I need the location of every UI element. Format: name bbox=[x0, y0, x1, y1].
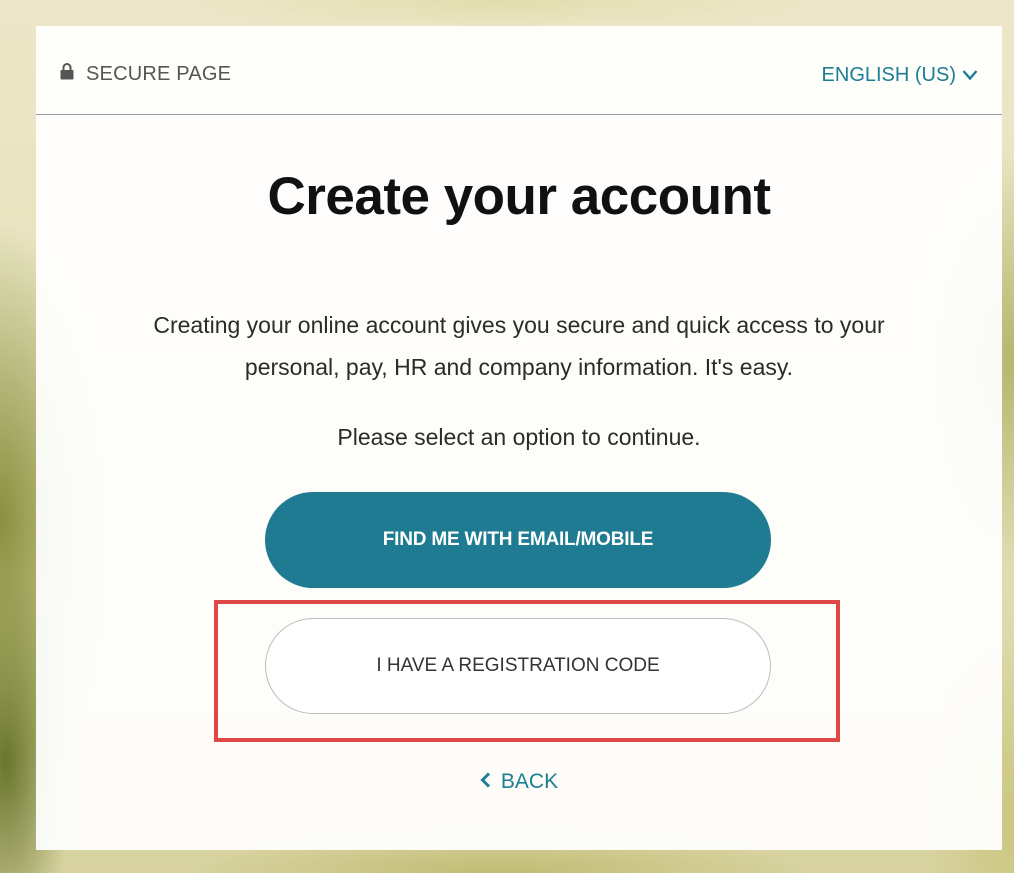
language-label: ENGLISH (US) bbox=[821, 64, 956, 86]
language-selector[interactable]: ENGLISH (US) bbox=[822, 64, 978, 87]
top-bar: SECURE PAGE ENGLISH (US) bbox=[36, 26, 1002, 115]
secure-page-label: SECURE PAGE bbox=[86, 62, 232, 85]
intro-line-1: Creating your online account gives you s… bbox=[153, 312, 885, 338]
lock-icon bbox=[60, 62, 74, 86]
back-label: BACK bbox=[500, 770, 559, 793]
secure-page-indicator: SECURE PAGE bbox=[60, 62, 231, 86]
intro-text: Creating your online account gives you s… bbox=[96, 304, 942, 388]
registration-code-button[interactable]: I HAVE A REGISTRATION CODE bbox=[265, 618, 771, 714]
registration-code-button-label: I HAVE A REGISTRATION CODE bbox=[376, 655, 660, 676]
intro-line-2: personal, pay, HR and company informatio… bbox=[244, 354, 794, 380]
back-link[interactable]: BACK bbox=[36, 770, 1002, 794]
find-me-button-label: FIND ME WITH EMAIL/MOBILE bbox=[382, 529, 654, 550]
chevron-left-icon bbox=[480, 770, 491, 794]
find-me-button[interactable]: FIND ME WITH EMAIL/MOBILE bbox=[265, 492, 771, 588]
page-title: Create your account bbox=[267, 167, 771, 226]
chevron-down-icon bbox=[962, 64, 978, 87]
registration-card: SECURE PAGE ENGLISH (US) Create your acc… bbox=[36, 26, 1002, 850]
select-option-prompt: Please select an option to continue. bbox=[337, 424, 701, 450]
